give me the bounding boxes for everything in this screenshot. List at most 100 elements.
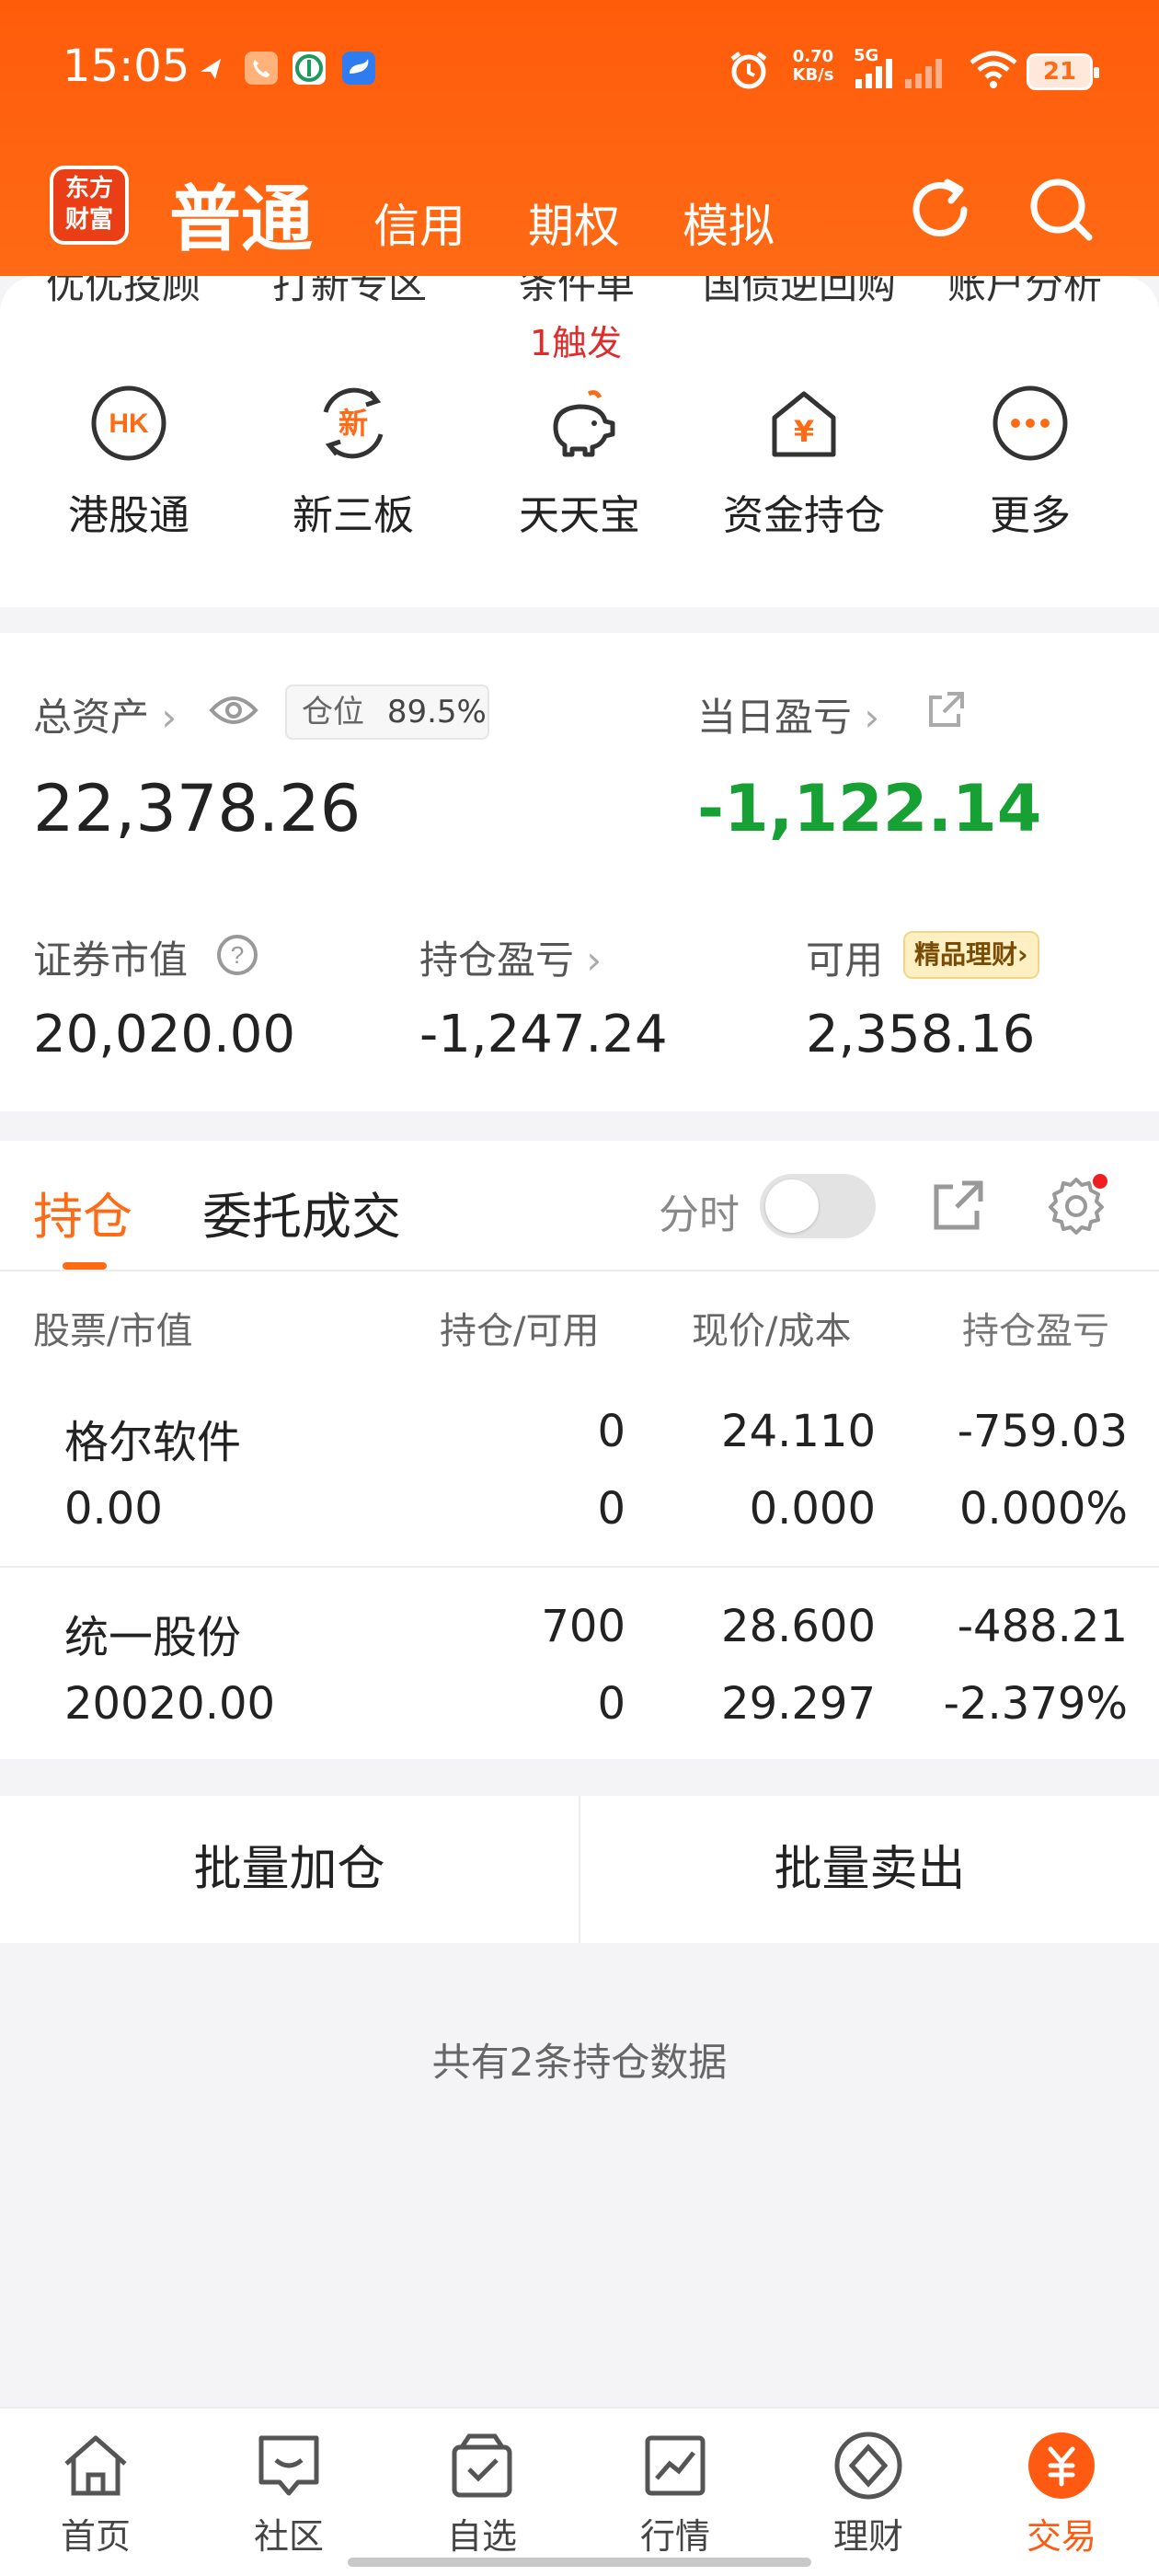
wealth-diamond-icon bbox=[832, 2429, 905, 2502]
stock-name: 格尔软件 bbox=[64, 1417, 242, 1468]
holdings-count-text: 共有2条持仓数据 bbox=[431, 2040, 728, 2085]
nav-watchlist[interactable]: 自选 bbox=[408, 2429, 556, 2559]
market-chart-icon bbox=[638, 2429, 712, 2502]
eastmoney-logo: 东方 财富 bbox=[50, 166, 129, 245]
nav-trade[interactable]: 交易 bbox=[988, 2429, 1135, 2559]
quick-label: 天天宝 bbox=[519, 492, 640, 539]
nav-label: 交易 bbox=[1026, 2516, 1096, 2557]
nav-market[interactable]: 行情 bbox=[602, 2429, 749, 2559]
holding-pl-label[interactable]: 持仓盈亏 › bbox=[419, 929, 602, 985]
market-value: 20,020.00 bbox=[33, 1005, 296, 1064]
col-price-cost: 现价/成本 bbox=[692, 1310, 852, 1352]
net-speed: 0.70 KB/s bbox=[787, 48, 839, 85]
nav-community[interactable]: 社区 bbox=[215, 2429, 362, 2559]
net-speed-value: 0.70 bbox=[792, 47, 834, 66]
tab-holdings[interactable]: 持仓 bbox=[33, 1176, 132, 1248]
total-assets-label[interactable]: 总资产 › bbox=[33, 686, 177, 742]
premium-wealth-tag[interactable]: 精品理财› bbox=[903, 931, 1039, 979]
peek-conditional-order[interactable]: 条件单 bbox=[519, 276, 635, 310]
available-label: 可用 bbox=[806, 937, 884, 983]
conditional-order-badge: 1触发 bbox=[530, 323, 623, 363]
share-icon[interactable] bbox=[924, 688, 968, 736]
phone-app-icon bbox=[245, 52, 278, 85]
quick-hk-connect[interactable]: HK 港股通 bbox=[37, 385, 221, 541]
search-icon[interactable] bbox=[1025, 173, 1098, 247]
home-indicator[interactable] bbox=[348, 2558, 811, 2567]
daily-pl-label[interactable]: 当日盈亏 › bbox=[697, 686, 879, 742]
peek-ipo[interactable]: 打新专区 bbox=[272, 276, 427, 310]
status-time: 15:05 bbox=[63, 40, 190, 92]
quick-more[interactable]: 更多 bbox=[938, 385, 1122, 541]
nav-home[interactable]: 首页 bbox=[22, 2429, 169, 2559]
help-icon[interactable]: ? bbox=[215, 933, 259, 981]
tab-normal[interactable]: 普通 bbox=[169, 162, 313, 265]
nav-label: 行情 bbox=[639, 2516, 710, 2557]
tab-orders-trades[interactable]: 委托成交 bbox=[202, 1176, 401, 1248]
cost-price: 0.000 bbox=[749, 1483, 876, 1535]
peek-account-analysis[interactable]: 账户分析 bbox=[947, 276, 1102, 310]
holding-pl-value: -1,247.24 bbox=[419, 1005, 668, 1064]
home-icon bbox=[59, 2429, 132, 2502]
export-icon[interactable] bbox=[929, 1176, 988, 1238]
peek-advisor[interactable]: 优优投顾 bbox=[46, 276, 201, 310]
stock-name: 统一股份 bbox=[64, 1612, 242, 1663]
chevron-right-icon: › bbox=[161, 695, 178, 740]
notification-app-icon bbox=[195, 52, 228, 85]
bottom-nav-bar bbox=[0, 2407, 1159, 2576]
watchlist-icon bbox=[445, 2429, 519, 2502]
holding-pl-label-text: 持仓盈亏 bbox=[419, 937, 575, 983]
nav-wealth[interactable]: 理财 bbox=[795, 2429, 942, 2559]
divider bbox=[0, 1270, 1159, 1271]
quick-new-third-board[interactable]: 新 新三板 bbox=[261, 385, 445, 541]
holding-qty: 700 bbox=[541, 1601, 625, 1652]
hk-icon: HK bbox=[90, 385, 167, 462]
tab-active-indicator bbox=[63, 1262, 107, 1270]
hk-icon-text: HK bbox=[109, 408, 149, 439]
new-board-icon-text: 新 bbox=[339, 406, 368, 441]
batch-add-button[interactable]: 批量加仓 bbox=[0, 1796, 579, 1943]
tab-options[interactable]: 期权 bbox=[528, 190, 620, 256]
community-icon bbox=[252, 2429, 326, 2502]
batch-sell-button[interactable]: 批量卖出 bbox=[580, 1796, 1159, 1943]
tab-credit[interactable]: 信用 bbox=[373, 190, 465, 256]
stock-market-value: 20020.00 bbox=[64, 1678, 276, 1730]
position-value: 89.5% bbox=[386, 694, 487, 730]
available-value: 2,358.16 bbox=[806, 1005, 1036, 1064]
eye-icon[interactable] bbox=[208, 690, 259, 734]
peek-reverse-repo[interactable]: 国债逆回购 bbox=[703, 276, 896, 310]
col-stock-market-value: 股票/市值 bbox=[33, 1310, 193, 1352]
more-icon bbox=[992, 385, 1069, 462]
available-qty: 0 bbox=[597, 1678, 625, 1730]
intraday-toggle-label: 分时 bbox=[659, 1191, 740, 1238]
holding-pl: -759.03 bbox=[957, 1406, 1128, 1457]
cloud-app-icon bbox=[342, 52, 375, 85]
cost-price: 29.297 bbox=[721, 1678, 876, 1730]
app-header: 15:05 0.70 KB/s 5G 21 东方 财富 普通 信用 期权 模拟 bbox=[0, 0, 1159, 276]
tab-simulation[interactable]: 模拟 bbox=[683, 190, 775, 256]
settings-gear-icon[interactable] bbox=[1043, 1172, 1109, 1242]
yuan-icon-text: ¥ bbox=[794, 414, 814, 449]
refresh-icon[interactable] bbox=[903, 173, 977, 247]
logo-line2: 财富 bbox=[64, 206, 113, 234]
daily-pl-label-text: 当日盈亏 bbox=[697, 695, 853, 740]
col-holding-available: 持仓/可用 bbox=[440, 1310, 600, 1352]
chevron-right-icon: › bbox=[586, 937, 602, 983]
new-board-icon: 新 bbox=[315, 385, 392, 462]
total-assets-label-text: 总资产 bbox=[33, 695, 150, 740]
battery-icon: 21 bbox=[1027, 53, 1099, 90]
quick-funds-holdings[interactable]: ¥ 资金持仓 bbox=[712, 385, 896, 541]
holding-pl: -488.21 bbox=[957, 1601, 1128, 1652]
market-value-label: 证券市值 bbox=[33, 937, 189, 983]
alarm-icon bbox=[727, 48, 771, 96]
intraday-toggle[interactable] bbox=[760, 1174, 876, 1238]
nav-label: 自选 bbox=[446, 2516, 517, 2557]
current-price: 28.600 bbox=[721, 1601, 876, 1652]
quick-tiantianbao[interactable]: 天天宝 bbox=[488, 385, 671, 541]
holding-qty: 0 bbox=[597, 1406, 625, 1457]
quick-functions-card: 优优投顾 打新专区 条件单 1触发 国债逆回购 账户分析 HK 港股通 新 新三… bbox=[0, 276, 1159, 607]
divider bbox=[0, 1566, 1159, 1568]
yuan-house-icon: ¥ bbox=[765, 385, 843, 462]
daily-pl-value: -1,122.14 bbox=[697, 771, 1042, 846]
quick-label: 新三板 bbox=[293, 492, 414, 539]
nav-label: 首页 bbox=[60, 2516, 131, 2557]
